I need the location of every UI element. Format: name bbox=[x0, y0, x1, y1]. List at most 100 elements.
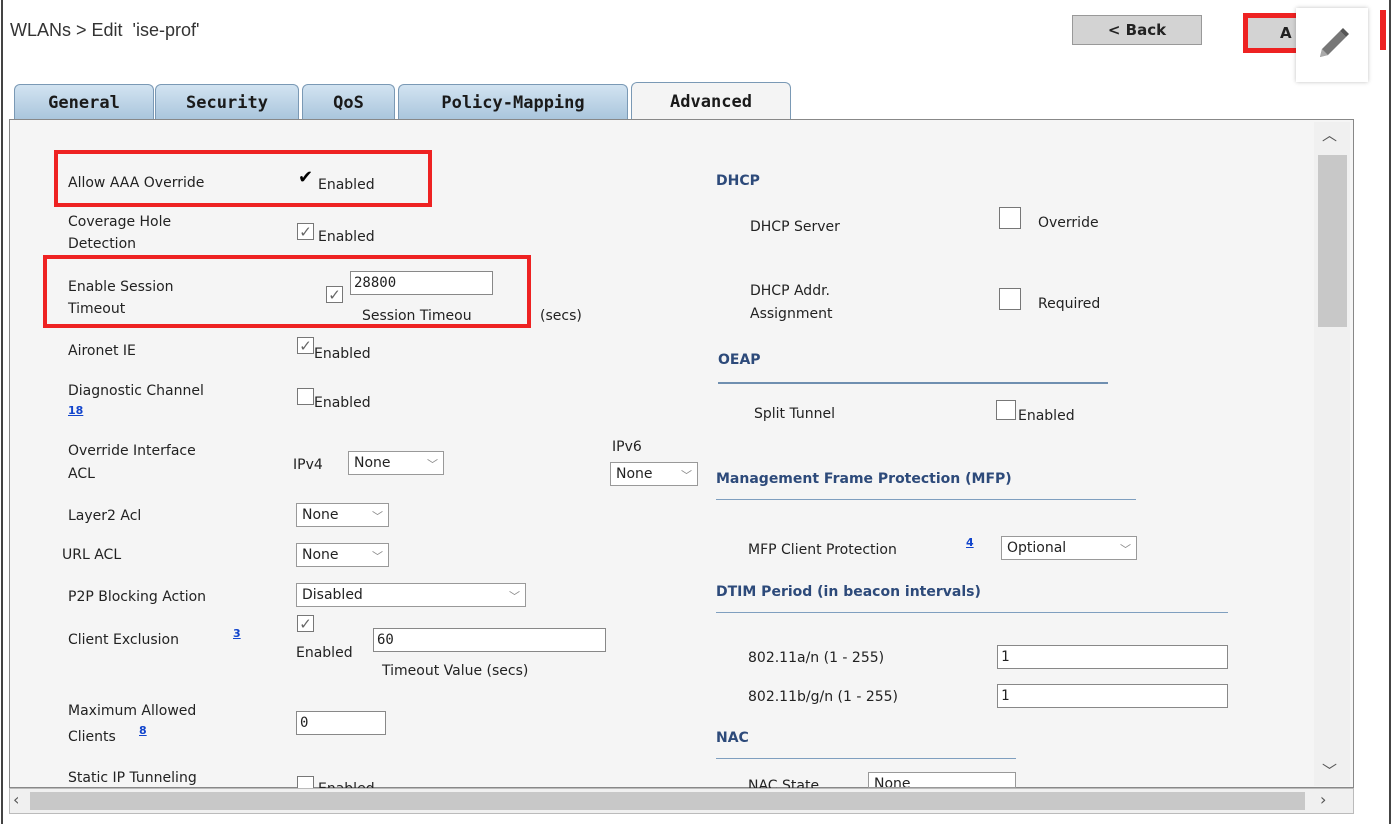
oeap-divider bbox=[718, 382, 1108, 384]
p2p-value: Disabled bbox=[302, 587, 363, 603]
split-tunnel-value: Enabled bbox=[1018, 408, 1075, 424]
session-timeout-label-1: Enable Session bbox=[68, 279, 174, 295]
mfp-client-label: MFP Client Protection bbox=[748, 542, 897, 558]
max-clients-footnote[interactable]: 8 bbox=[139, 724, 147, 737]
horizontal-scroll-thumb[interactable] bbox=[30, 792, 1305, 810]
client-exclusion-timeout-input[interactable]: 60 bbox=[373, 628, 606, 652]
split-tunnel-checkbox[interactable] bbox=[996, 400, 1016, 420]
page-title: WLANs > Edit 'ise-prof' bbox=[10, 20, 200, 40]
dhcp-server-value: Override bbox=[1038, 215, 1099, 231]
ipv4-acl-value: None bbox=[354, 455, 391, 471]
max-clients-input[interactable]: 0 bbox=[296, 711, 386, 735]
client-exclusion-enabled: Enabled bbox=[296, 645, 353, 661]
diag-channel-checkbox[interactable] bbox=[297, 388, 314, 405]
dhcp-section-title: DHCP bbox=[716, 173, 760, 189]
mfp-section-title: Management Frame Protection (MFP) bbox=[716, 471, 1012, 487]
aaa-override-value: Enabled bbox=[318, 177, 375, 193]
dhcp-server-label: DHCP Server bbox=[750, 219, 840, 235]
session-timeout-input[interactable]: 28800 bbox=[350, 271, 493, 295]
split-tunnel-label: Split Tunnel bbox=[754, 406, 836, 422]
url-acl-value: None bbox=[302, 547, 339, 563]
tab-general[interactable]: General bbox=[14, 84, 154, 120]
ipv6-label: IPv6 bbox=[612, 439, 642, 455]
client-exclusion-footnote[interactable]: 3 bbox=[233, 627, 241, 640]
layer2-acl-value: None bbox=[302, 507, 339, 523]
client-exclusion-label: Client Exclusion bbox=[68, 632, 179, 648]
session-timeout-label-2: Timeout bbox=[68, 301, 126, 317]
aaa-override-label: Allow AAA Override bbox=[68, 175, 205, 191]
dhcp-override-checkbox[interactable] bbox=[999, 207, 1021, 229]
dhcp-required-checkbox[interactable] bbox=[999, 288, 1021, 310]
dtim-b-label: 802.11b/g/n (1 - 255) bbox=[748, 689, 899, 705]
url-acl-select[interactable]: None ﹀ bbox=[296, 543, 389, 567]
static-ip-label: Static IP Tunneling bbox=[68, 770, 197, 786]
diag-channel-value: Enabled bbox=[314, 395, 371, 411]
dtim-section-title: DTIM Period (in beacon intervals) bbox=[716, 584, 981, 600]
ipv4-acl-select[interactable]: None ﹀ bbox=[348, 451, 444, 475]
aironet-label: Aironet IE bbox=[68, 343, 136, 359]
tab-policy-mapping[interactable]: Policy-Mapping bbox=[398, 84, 628, 120]
dhcp-addr-label-1: DHCP Addr. bbox=[750, 283, 831, 299]
scroll-left-icon[interactable]: ‹ bbox=[13, 790, 19, 809]
nac-state-label: NAC State bbox=[748, 778, 820, 788]
ipv6-acl-value: None bbox=[616, 466, 653, 482]
chevron-down-icon: ﹀ bbox=[427, 458, 438, 471]
static-ip-value: Enabled bbox=[318, 778, 375, 788]
highlight-marker bbox=[1380, 10, 1386, 50]
session-timeout-unit-suffix: (secs) bbox=[540, 308, 582, 324]
chevron-down-icon: ﹀ bbox=[681, 469, 692, 482]
mfp-client-select[interactable]: Optional ﹀ bbox=[1001, 536, 1137, 560]
ipv6-acl-select[interactable]: None ﹀ bbox=[610, 462, 698, 486]
scroll-right-icon[interactable]: › bbox=[1320, 790, 1326, 809]
override-acl-label-2: ACL bbox=[68, 466, 95, 482]
tab-security[interactable]: Security bbox=[155, 84, 299, 120]
override-acl-label-1: Override Interface bbox=[68, 443, 196, 459]
coverage-hole-value: Enabled bbox=[318, 229, 375, 245]
layer2-acl-select[interactable]: None ﹀ bbox=[296, 503, 389, 527]
chevron-down-icon: ﹀ bbox=[372, 550, 383, 563]
client-exclusion-checkbox[interactable]: ✓ bbox=[297, 615, 314, 632]
chevron-down-icon: ﹀ bbox=[509, 590, 520, 603]
aironet-value: Enabled bbox=[314, 346, 371, 362]
coverage-hole-checkbox[interactable]: ✓ bbox=[297, 223, 314, 240]
diag-channel-footnote[interactable]: 18 bbox=[68, 404, 83, 417]
mfp-divider bbox=[716, 499, 1136, 500]
dtim-b-input[interactable]: 1 bbox=[997, 684, 1228, 708]
client-exclusion-unit: Timeout Value (secs) bbox=[382, 663, 529, 679]
coverage-hole-label-1: Coverage Hole bbox=[68, 214, 172, 230]
scroll-up-icon[interactable]: ︿ bbox=[1322, 124, 1337, 145]
nac-state-value: None bbox=[874, 776, 911, 788]
scroll-down-icon[interactable]: ﹀ bbox=[1322, 760, 1337, 781]
mfp-client-value: Optional bbox=[1007, 540, 1067, 556]
aaa-override-checkbox[interactable]: ✔ bbox=[297, 168, 314, 186]
max-clients-label-2: Clients bbox=[68, 729, 116, 745]
nac-state-select[interactable]: None bbox=[868, 772, 1016, 788]
session-timeout-unit: Session Timeou bbox=[362, 308, 472, 324]
aironet-checkbox[interactable]: ✓ bbox=[297, 337, 314, 354]
tab-qos[interactable]: QoS bbox=[302, 84, 395, 120]
ipv4-label: IPv4 bbox=[293, 457, 323, 473]
max-clients-label-1: Maximum Allowed bbox=[68, 703, 197, 719]
chevron-down-icon: ﹀ bbox=[372, 510, 383, 523]
p2p-label: P2P Blocking Action bbox=[68, 589, 207, 605]
mfp-footnote[interactable]: 4 bbox=[966, 536, 974, 549]
chevron-down-icon: ﹀ bbox=[1120, 543, 1131, 556]
nac-section-title: NAC bbox=[716, 730, 749, 746]
pencil-icon[interactable] bbox=[1296, 8, 1368, 82]
dtim-a-label: 802.11a/n (1 - 255) bbox=[748, 650, 885, 666]
url-acl-label: URL ACL bbox=[62, 547, 122, 563]
dhcp-addr-label-2: Assignment bbox=[750, 306, 833, 322]
diag-channel-label: Diagnostic Channel bbox=[68, 383, 204, 399]
dtim-divider bbox=[716, 612, 1228, 613]
back-button[interactable]: < Back bbox=[1072, 15, 1202, 45]
dhcp-addr-value: Required bbox=[1038, 296, 1101, 312]
p2p-select[interactable]: Disabled ﹀ bbox=[296, 583, 526, 607]
layer2-acl-label: Layer2 Acl bbox=[68, 508, 142, 524]
coverage-hole-label-2: Detection bbox=[68, 236, 137, 252]
oeap-section-title: OEAP bbox=[718, 352, 761, 368]
vertical-scroll-thumb[interactable] bbox=[1318, 155, 1347, 327]
dtim-a-input[interactable]: 1 bbox=[997, 645, 1228, 669]
tab-advanced[interactable]: Advanced bbox=[631, 82, 791, 120]
session-timeout-checkbox[interactable]: ✓ bbox=[326, 286, 343, 303]
nac-divider bbox=[716, 758, 1016, 759]
